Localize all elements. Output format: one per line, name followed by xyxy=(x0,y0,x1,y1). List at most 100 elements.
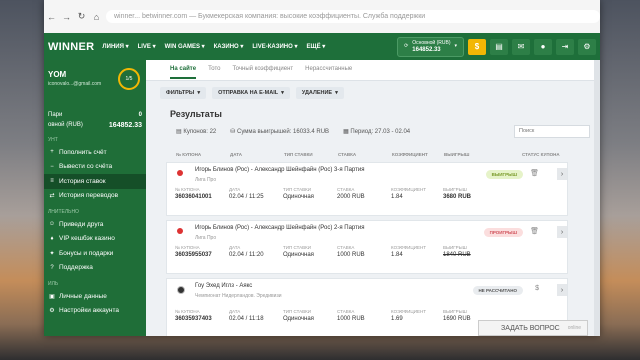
coupon-type: Одиночная xyxy=(283,194,314,200)
dollar-icon[interactable]: $ xyxy=(535,285,539,292)
cell-label: ТИП СТАВКИ xyxy=(283,187,312,192)
filters-dropdown[interactable]: ФИЛЬТРЫ ▾ xyxy=(160,87,207,99)
sidebar-balance-value: 164852.33 xyxy=(108,122,142,129)
trash-icon[interactable]: 🗑 xyxy=(530,169,539,177)
nav-item-line[interactable]: ЛИНИЯ ▾ xyxy=(102,43,128,50)
messages-button[interactable]: ✉ xyxy=(512,38,530,55)
refresh-icon[interactable]: ⟳ xyxy=(404,43,408,50)
money-icon: ⛁ xyxy=(230,129,237,135)
nav-item-casino[interactable]: КАЗИНО ▾ xyxy=(214,43,244,50)
date-cell: ДАТА 02.04 / 11:20 xyxy=(229,245,283,258)
table-tennis-icon xyxy=(177,228,183,234)
section-profile: ИЛЬ xyxy=(48,281,59,287)
nav-item-live-casino[interactable]: LIVE-КАЗИНО ▾ xyxy=(252,43,297,50)
site-logo[interactable]: WINNER xyxy=(44,41,102,53)
minus-icon: − xyxy=(50,163,54,170)
stake-cell: СТАВКА 1000 RUB xyxy=(337,309,391,322)
coupon-stake: 1000 RUB xyxy=(337,252,365,258)
sidebar-item-transfer-history[interactable]: ⇄ История переводов xyxy=(44,189,146,204)
cell-label: № КУПОНА xyxy=(175,245,200,250)
sidebar-item-account-settings[interactable]: ⚙ Настройки аккаунта xyxy=(44,304,146,319)
chevron-right-icon[interactable]: › xyxy=(557,284,567,296)
delete-dropdown[interactable]: УДАЛЕНИЕ ▾ xyxy=(295,87,344,99)
forward-icon[interactable]: → xyxy=(61,12,72,22)
sidebar-item-deposit[interactable]: + Пополнить счёт xyxy=(44,145,146,160)
tab-unsettled[interactable]: Нерассчитанные xyxy=(305,66,352,80)
col-coupon: № КУПОНА xyxy=(176,152,202,157)
nav-item-live[interactable]: LIVE ▾ xyxy=(138,43,156,50)
nav-item-more[interactable]: ЕЩЁ ▾ xyxy=(306,43,325,50)
chevron-down-icon: ▾ xyxy=(197,90,201,96)
cell-label: ВЫИГРЫШ xyxy=(443,187,467,192)
sidebar-item-bet-history[interactable]: ≡ История ставок xyxy=(44,174,146,189)
balance-label: Основной (RUB) xyxy=(412,39,451,46)
page-scrollbar[interactable] xyxy=(594,60,600,336)
table-tennis-icon xyxy=(177,170,183,176)
coupon-date: 02.04 / 11:18 xyxy=(229,316,264,322)
reload-icon[interactable]: ↻ xyxy=(76,11,87,22)
history-tabs: На сайте Тото Точный коэффициент Нерассч… xyxy=(146,60,600,81)
stake-cell: СТАВКА 1000 RUB xyxy=(337,245,391,258)
deposit-button[interactable]: $ xyxy=(468,38,486,55)
ask-question-button[interactable]: ЗАДАТЬ ВОПРОС online xyxy=(478,320,588,336)
match-name[interactable]: Гоу Эхед Иглз - Аякс xyxy=(195,283,252,289)
chevron-right-icon[interactable]: › xyxy=(557,226,567,238)
tab-on-site[interactable]: На сайте xyxy=(170,66,197,79)
football-icon xyxy=(177,286,185,294)
filters-label: ФИЛЬТРЫ xyxy=(166,90,195,96)
col-type[interactable]: ТИП СТАВКИ xyxy=(284,152,338,157)
home-icon[interactable]: ⌂ xyxy=(91,12,102,22)
dollar-icon: $ xyxy=(474,42,480,51)
col-stake[interactable]: СТАВКА xyxy=(338,152,392,157)
cell-label: ВЫИГРЫШ xyxy=(443,245,467,250)
sidebar-item-label: Поддержка xyxy=(59,264,93,272)
back-icon[interactable]: ← xyxy=(46,12,57,22)
coupon-number-cell: № КУПОНА 36036041001 xyxy=(175,187,229,200)
type-cell: ТИП СТАВКИ Одиночная xyxy=(283,187,337,200)
col-date[interactable]: ДАТА xyxy=(230,152,284,157)
tab-exact-coef[interactable]: Точный коэффициент xyxy=(232,66,293,80)
chevron-right-icon[interactable]: › xyxy=(557,168,567,180)
col-coef[interactable]: КОЭФФИЦИЕНТ xyxy=(392,152,444,157)
sidebar-item-personal-data[interactable]: ▣ Личные данные xyxy=(44,289,146,304)
cell-label: КОЭФФИЦИЕНТ xyxy=(391,187,426,192)
coupon-type: Одиночная xyxy=(283,316,314,322)
sidebar-item-vip-cashback[interactable]: ♦ VIP кешбэк казино xyxy=(44,232,146,247)
coupon-coef: 1.84 xyxy=(391,252,403,258)
sidebar-item-support[interactable]: ? Поддержка xyxy=(44,261,146,276)
type-cell: ТИП СТАВКИ Одиночная xyxy=(283,245,337,258)
coupon-card[interactable]: Игорь Блинов (Рос) - Александр Шейнфайн … xyxy=(166,220,568,274)
status-badge: ВЫИГРЫШ xyxy=(485,170,523,179)
sidebar-item-label: История переводов xyxy=(59,192,119,200)
tab-toto[interactable]: Тото xyxy=(208,66,220,80)
plus-icon: + xyxy=(50,149,54,156)
settings-button[interactable]: ⚙ xyxy=(578,38,596,55)
coupon-header: Игорь Блинов (Рос) - Александр Шейнфайн … xyxy=(167,221,567,245)
address-bar[interactable]: winner... betwinner.com — Букмекерская к… xyxy=(106,10,600,23)
user-icon: ● xyxy=(540,42,546,51)
nav-item-win-games[interactable]: WIN GAMES ▾ xyxy=(165,43,205,50)
date-cell: ДАТА 02.04 / 11:25 xyxy=(229,187,283,200)
trash-icon[interactable]: 🗑 xyxy=(530,227,539,235)
sidebar-item-bonuses[interactable]: ✦ Бонусы и подарки xyxy=(44,246,146,261)
coupon-header: Гоу Эхед Иглз - Аякс Чемпионат Нидерланд… xyxy=(167,279,567,303)
match-name[interactable]: Игорь Блинов (Рос) - Александр Шейнфайн … xyxy=(195,167,364,173)
logout-button[interactable]: ⇥ xyxy=(556,38,574,55)
email-dropdown[interactable]: ОТПРАВКА НА E-MAIL ▾ xyxy=(212,87,290,99)
search-input[interactable]: Поиск xyxy=(514,125,590,138)
profile-button[interactable]: ● xyxy=(534,38,552,55)
sidebar-item-refer-friend[interactable]: ☺ Приведи друга xyxy=(44,217,146,232)
coupon-stake: 1000 RUB xyxy=(337,316,365,322)
coupon-type: Одиночная xyxy=(283,252,314,258)
coupon-card[interactable]: Игорь Блинов (Рос) - Александр Шейнфайн … xyxy=(166,162,568,216)
coef-cell: КОЭФФИЦИЕНТ 1.69 xyxy=(391,309,443,322)
sidebar-item-withdraw[interactable]: − Вывести со счёта xyxy=(44,160,146,175)
match-name[interactable]: Игорь Блинов (Рос) - Александр Шейнфайн … xyxy=(195,225,364,231)
col-status[interactable]: СТАТУС КУПОНА xyxy=(522,152,572,157)
col-win[interactable]: ВЫИГРЫШ xyxy=(444,152,522,157)
coupon-number: 36035937403 xyxy=(175,316,212,322)
balance-selector[interactable]: ⟳ Основной (RUB) 164852.33 ▾ xyxy=(397,36,464,57)
bets-button[interactable]: ▤ xyxy=(490,38,508,55)
results-summary: ▤ Купонов: 22 ⛁ Сумма выигрышей: 16033.4… xyxy=(146,119,600,138)
mail-icon: ✉ xyxy=(517,42,525,51)
